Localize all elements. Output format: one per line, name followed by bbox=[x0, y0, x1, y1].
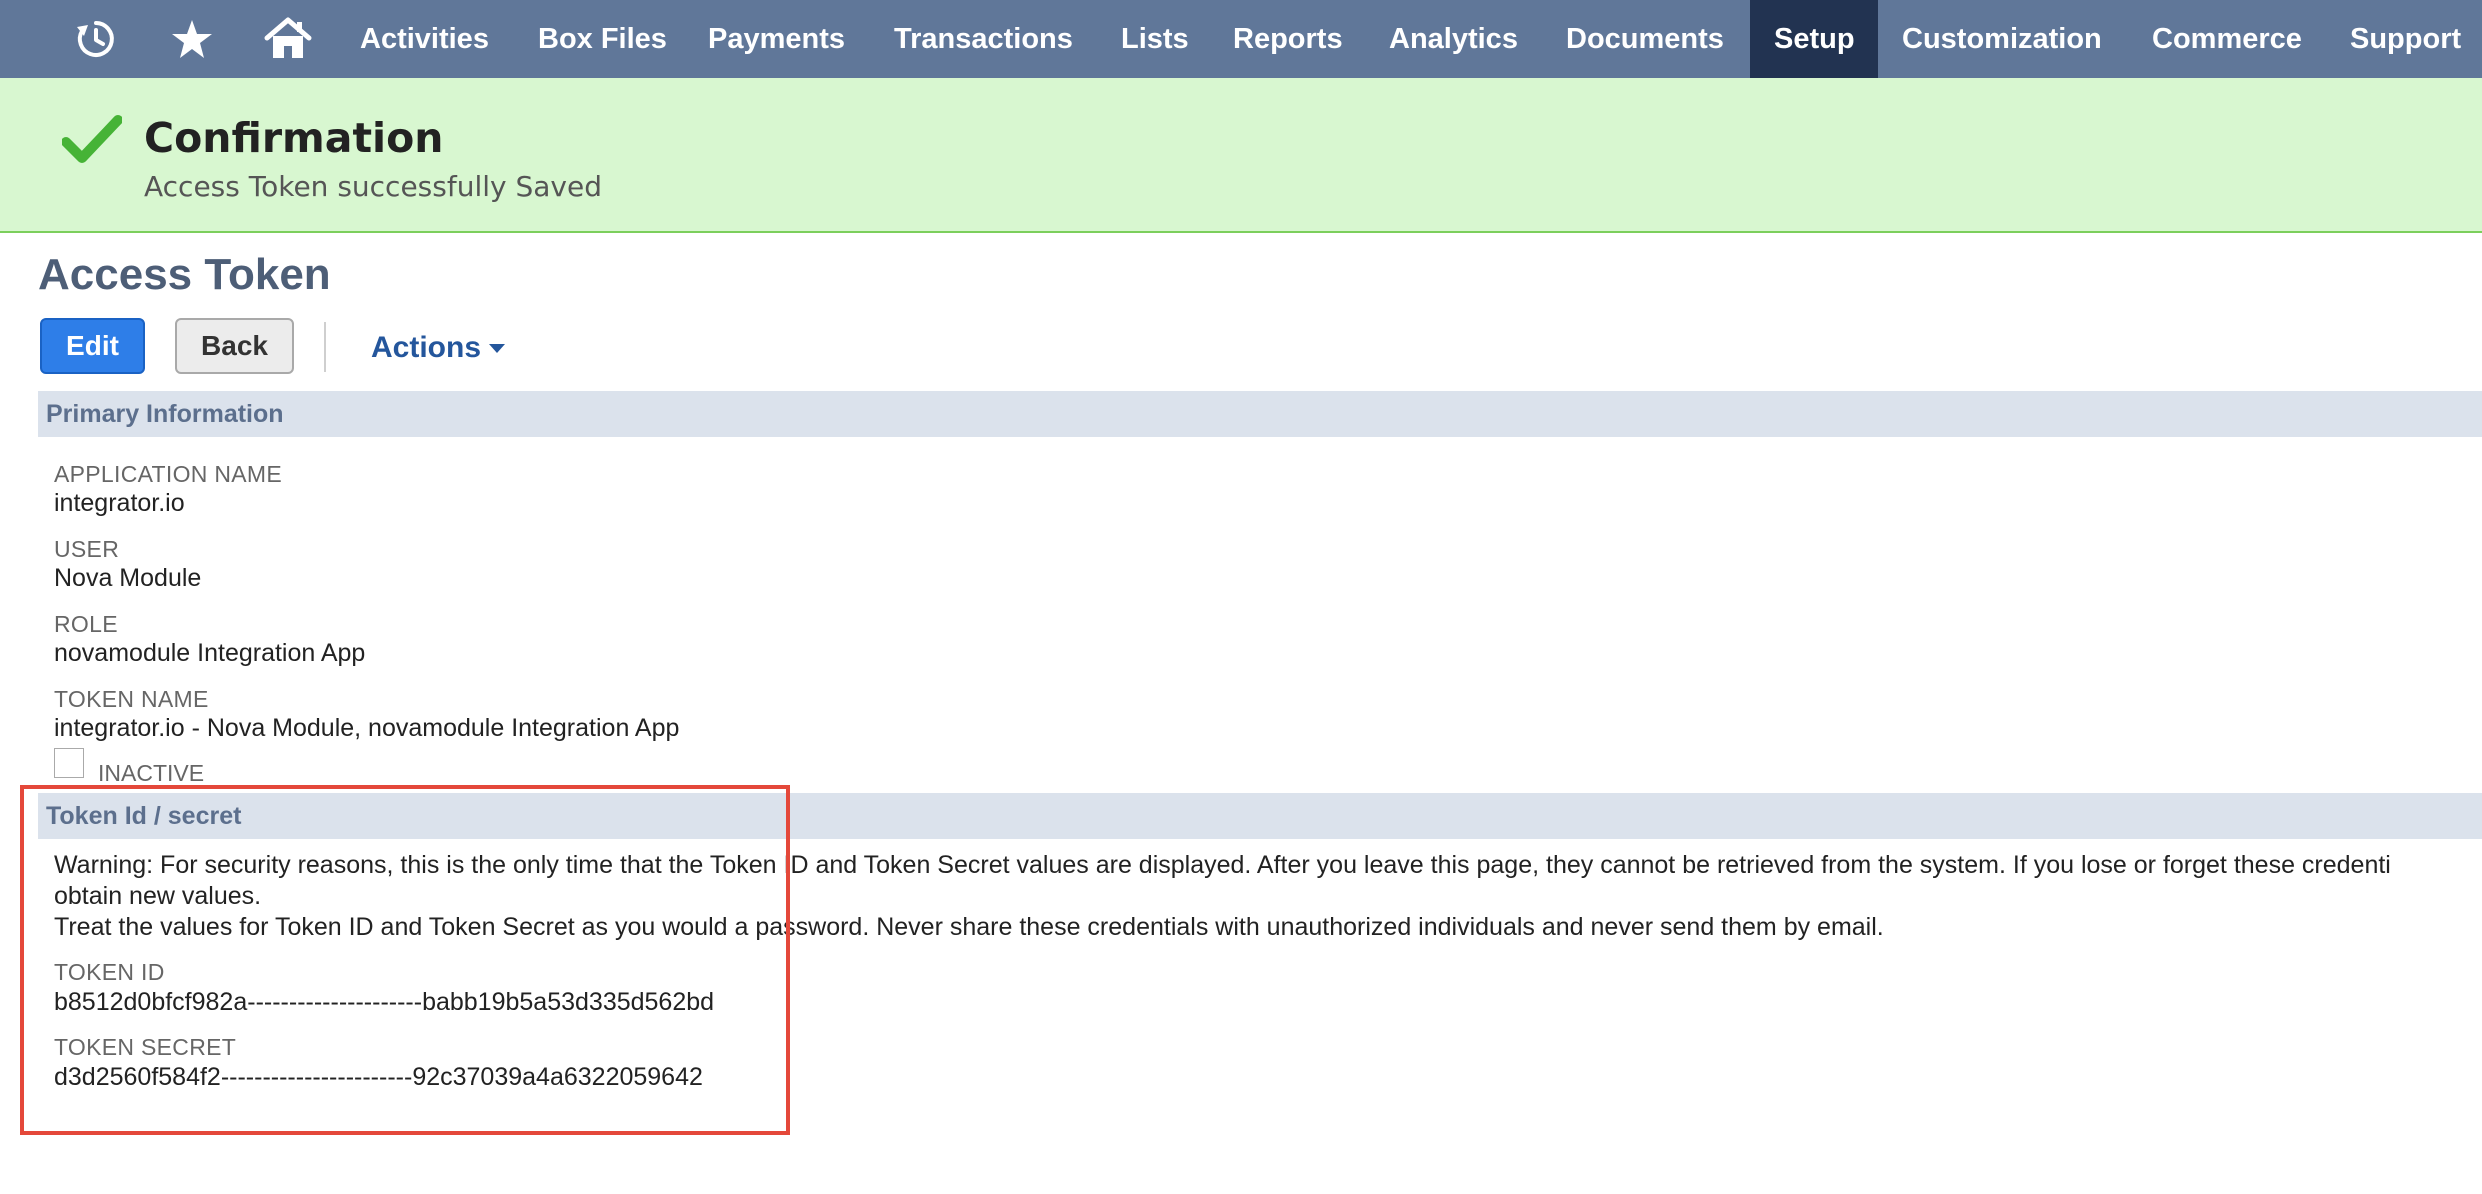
nav-item-lists[interactable]: Lists bbox=[1097, 0, 1207, 78]
button-divider bbox=[324, 322, 326, 372]
confirmation-banner: Confirmation Access Token successfully S… bbox=[0, 78, 2482, 233]
warning-line: Warning: For security reasons, this is t… bbox=[54, 851, 2391, 879]
actions-label: Actions bbox=[371, 331, 482, 364]
token-secret-label: TOKEN SECRET bbox=[54, 1034, 237, 1060]
role-value: novamodule Integration App bbox=[54, 639, 366, 667]
nav-item-activities[interactable]: Activities bbox=[336, 0, 512, 78]
token-secret-value: d3d2560f584f2-----------------------92c3… bbox=[54, 1063, 703, 1091]
nav-item-box-files[interactable]: Box Files bbox=[514, 0, 682, 78]
nav-item-reports[interactable]: Reports bbox=[1209, 0, 1363, 78]
role-label: ROLE bbox=[54, 611, 118, 637]
checkmark-icon bbox=[61, 114, 123, 169]
token-id-label: TOKEN ID bbox=[54, 959, 165, 985]
back-button[interactable]: Back bbox=[175, 318, 294, 374]
recent-history-icon[interactable] bbox=[66, 0, 126, 78]
application-name-value: integrator.io bbox=[54, 489, 185, 517]
nav-item-analytics[interactable]: Analytics bbox=[1365, 0, 1540, 78]
inactive-checkbox[interactable] bbox=[54, 748, 84, 778]
token-id-value: b8512d0bfcf982a---------------------babb… bbox=[54, 988, 715, 1016]
token-name-label: TOKEN NAME bbox=[54, 686, 209, 712]
nav-item-payments[interactable]: Payments bbox=[684, 0, 868, 78]
warning-line: obtain new values. bbox=[54, 882, 262, 910]
nav-item-commerce[interactable]: Commerce bbox=[2128, 0, 2324, 78]
application-name-label: APPLICATION NAME bbox=[54, 461, 283, 487]
actions-menu[interactable]: Actions bbox=[371, 331, 506, 365]
user-label: USER bbox=[54, 536, 120, 562]
page-title: Access Token bbox=[38, 250, 331, 299]
star-icon[interactable] bbox=[162, 0, 222, 78]
nav-item-setup[interactable]: Setup bbox=[1750, 0, 1878, 78]
nav-item-customization[interactable]: Customization bbox=[1878, 0, 2126, 78]
token-section-header: Token Id / secret bbox=[38, 793, 2482, 839]
warning-line: Treat the values for Token ID and Token … bbox=[54, 913, 1884, 941]
nav-item-support[interactable]: Support bbox=[2326, 0, 2482, 78]
home-icon[interactable] bbox=[258, 0, 318, 78]
token-name-value: integrator.io - Nova Module, novamodule … bbox=[54, 714, 680, 742]
user-value: Nova Module bbox=[54, 564, 202, 592]
primary-information-header: Primary Information bbox=[38, 391, 2482, 437]
confirmation-title: Confirmation bbox=[144, 114, 444, 162]
nav-item-transactions[interactable]: Transactions bbox=[870, 0, 1095, 78]
caret-down-icon bbox=[489, 343, 506, 353]
inactive-label: INACTIVE bbox=[98, 760, 205, 786]
nav-item-documents[interactable]: Documents bbox=[1542, 0, 1748, 78]
confirmation-message: Access Token successfully Saved bbox=[144, 170, 602, 203]
security-warning: Warning: For security reasons, this is t… bbox=[54, 850, 2482, 943]
edit-button[interactable]: Edit bbox=[40, 318, 145, 374]
top-navigation-bar: Activities Box Files Payments Transactions L… bbox=[0, 0, 2482, 79]
